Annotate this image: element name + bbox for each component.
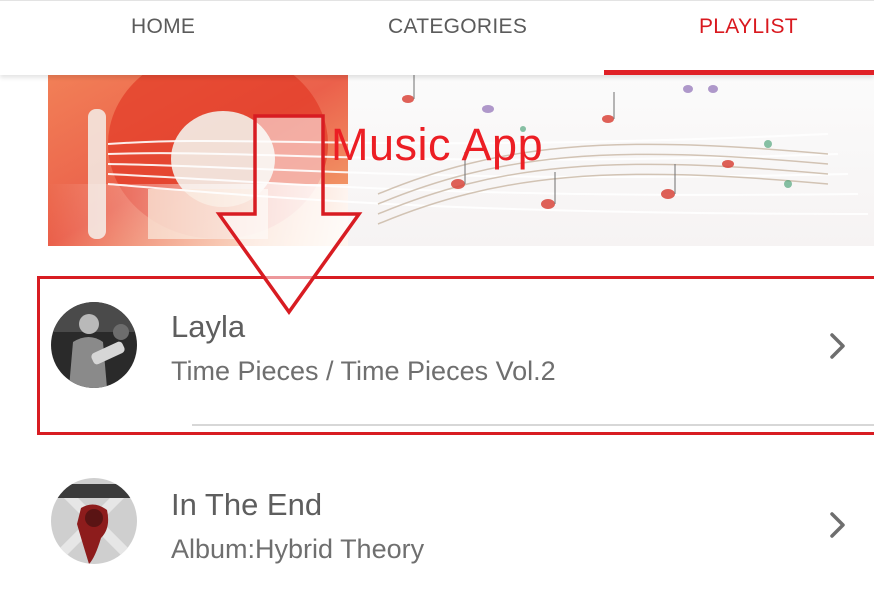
- active-tab-indicator: [604, 70, 874, 75]
- tab-categories[interactable]: CATEGORIES: [388, 15, 527, 39]
- tab-playlist[interactable]: PLAYLIST: [699, 15, 798, 39]
- tab-home[interactable]: HOME: [131, 15, 195, 39]
- track-title: In The End: [171, 487, 323, 522]
- banner: Music App: [48, 74, 874, 246]
- chevron-right-icon[interactable]: [826, 510, 850, 540]
- list-item[interactable]: In The End Album:Hybrid Theory: [0, 456, 874, 606]
- banner-title: Music App: [331, 119, 544, 170]
- tab-bar: HOME CATEGORIES PLAYLIST: [0, 0, 874, 75]
- list-item[interactable]: Layla Time Pieces / Time Pieces Vol.2: [0, 278, 874, 428]
- track-subtitle: Time Pieces / Time Pieces Vol.2: [171, 356, 556, 386]
- album-art-avatar: [51, 478, 137, 564]
- list-divider: [192, 424, 874, 426]
- track-subtitle: Album:Hybrid Theory: [171, 534, 425, 564]
- album-art-avatar: [51, 302, 137, 388]
- chevron-right-icon[interactable]: [826, 331, 850, 361]
- track-title: Layla: [171, 309, 246, 344]
